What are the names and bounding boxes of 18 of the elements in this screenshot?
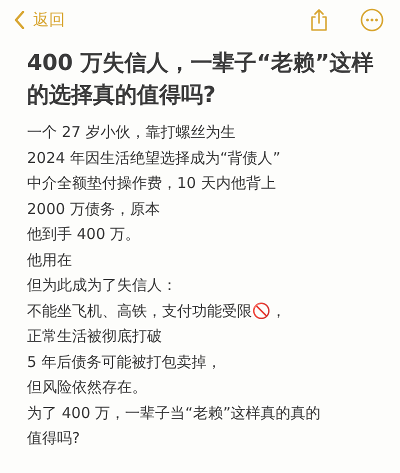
note-text-line: 正常生活被彻底打破: [27, 326, 163, 347]
note-text-line: 一个 27 岁小伙，靠打螺丝为生: [27, 122, 237, 143]
note-text-line: 他到手 400 万。: [27, 224, 142, 245]
more-icon[interactable]: [360, 8, 384, 32]
note-text-line: 值得吗?: [27, 428, 81, 449]
share-icon[interactable]: [310, 8, 328, 32]
note-text-line: 为了 400 万，一辈子当“老赖”这样真的真的: [27, 402, 322, 424]
note-text-line: 但为此成为了失信人：: [27, 275, 178, 296]
note-title: 400 万失信人，一辈子“老赖”这样的选择真的值得吗?: [27, 50, 374, 110]
note-text-line: 但风险依然存在。: [27, 377, 148, 398]
back-button[interactable]: 返回: [33, 10, 65, 30]
note-text-line: 2024 年因生活绝望选择成为“背债人”: [27, 148, 282, 168]
note-text-line: 他用在: [27, 250, 73, 270]
note-text-line: 2000 万债务，原本: [27, 198, 161, 220]
back-chevron-icon[interactable]: [14, 11, 25, 29]
note-text-line: 中介全额垫付操作费，10 天内他背上: [27, 173, 277, 194]
note-text-line: 5 年后债务可能被打包卖掉，: [27, 352, 222, 372]
note-text-line: 不能坐飞机、高铁，支付功能受限🚫，: [27, 300, 287, 322]
